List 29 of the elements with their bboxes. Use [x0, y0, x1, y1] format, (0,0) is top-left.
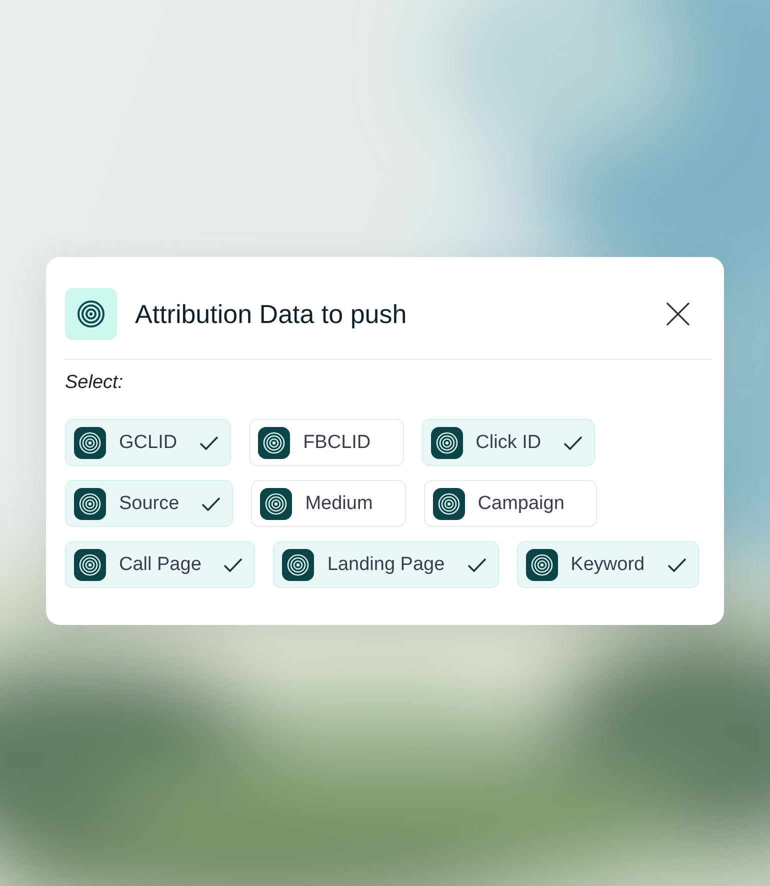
close-button[interactable] [665, 301, 691, 327]
option-chip[interactable]: Call Page [65, 541, 256, 588]
check-icon [666, 556, 687, 572]
option-chip[interactable]: Click ID [422, 419, 596, 466]
target-icon [74, 426, 106, 458]
option-chip[interactable]: Keyword [516, 541, 699, 588]
check-icon [201, 496, 222, 512]
option-chip[interactable]: Source [65, 480, 234, 527]
check-icon [563, 434, 584, 450]
check-icon [223, 556, 244, 572]
option-chip[interactable]: Campaign [424, 480, 598, 527]
target-icon [282, 548, 314, 580]
target-icon [526, 548, 558, 580]
target-icon [74, 488, 106, 520]
target-icon [260, 488, 292, 520]
target-icon [430, 426, 463, 458]
option-chip[interactable]: Medium [251, 480, 406, 527]
option-chip[interactable]: Landing Page [273, 541, 499, 588]
check-icon [199, 434, 220, 450]
target-icon [258, 426, 290, 458]
close-icon [665, 301, 691, 327]
dialog-title: Attribution Data to push [135, 298, 408, 330]
check-icon [466, 556, 487, 572]
option-chip[interactable]: FBCLID [249, 419, 404, 466]
target-icon [432, 488, 465, 520]
option-chip[interactable]: GCLID [65, 419, 232, 466]
target-icon [74, 548, 106, 580]
target-icon [65, 288, 117, 340]
select-label: Select: [65, 372, 124, 394]
